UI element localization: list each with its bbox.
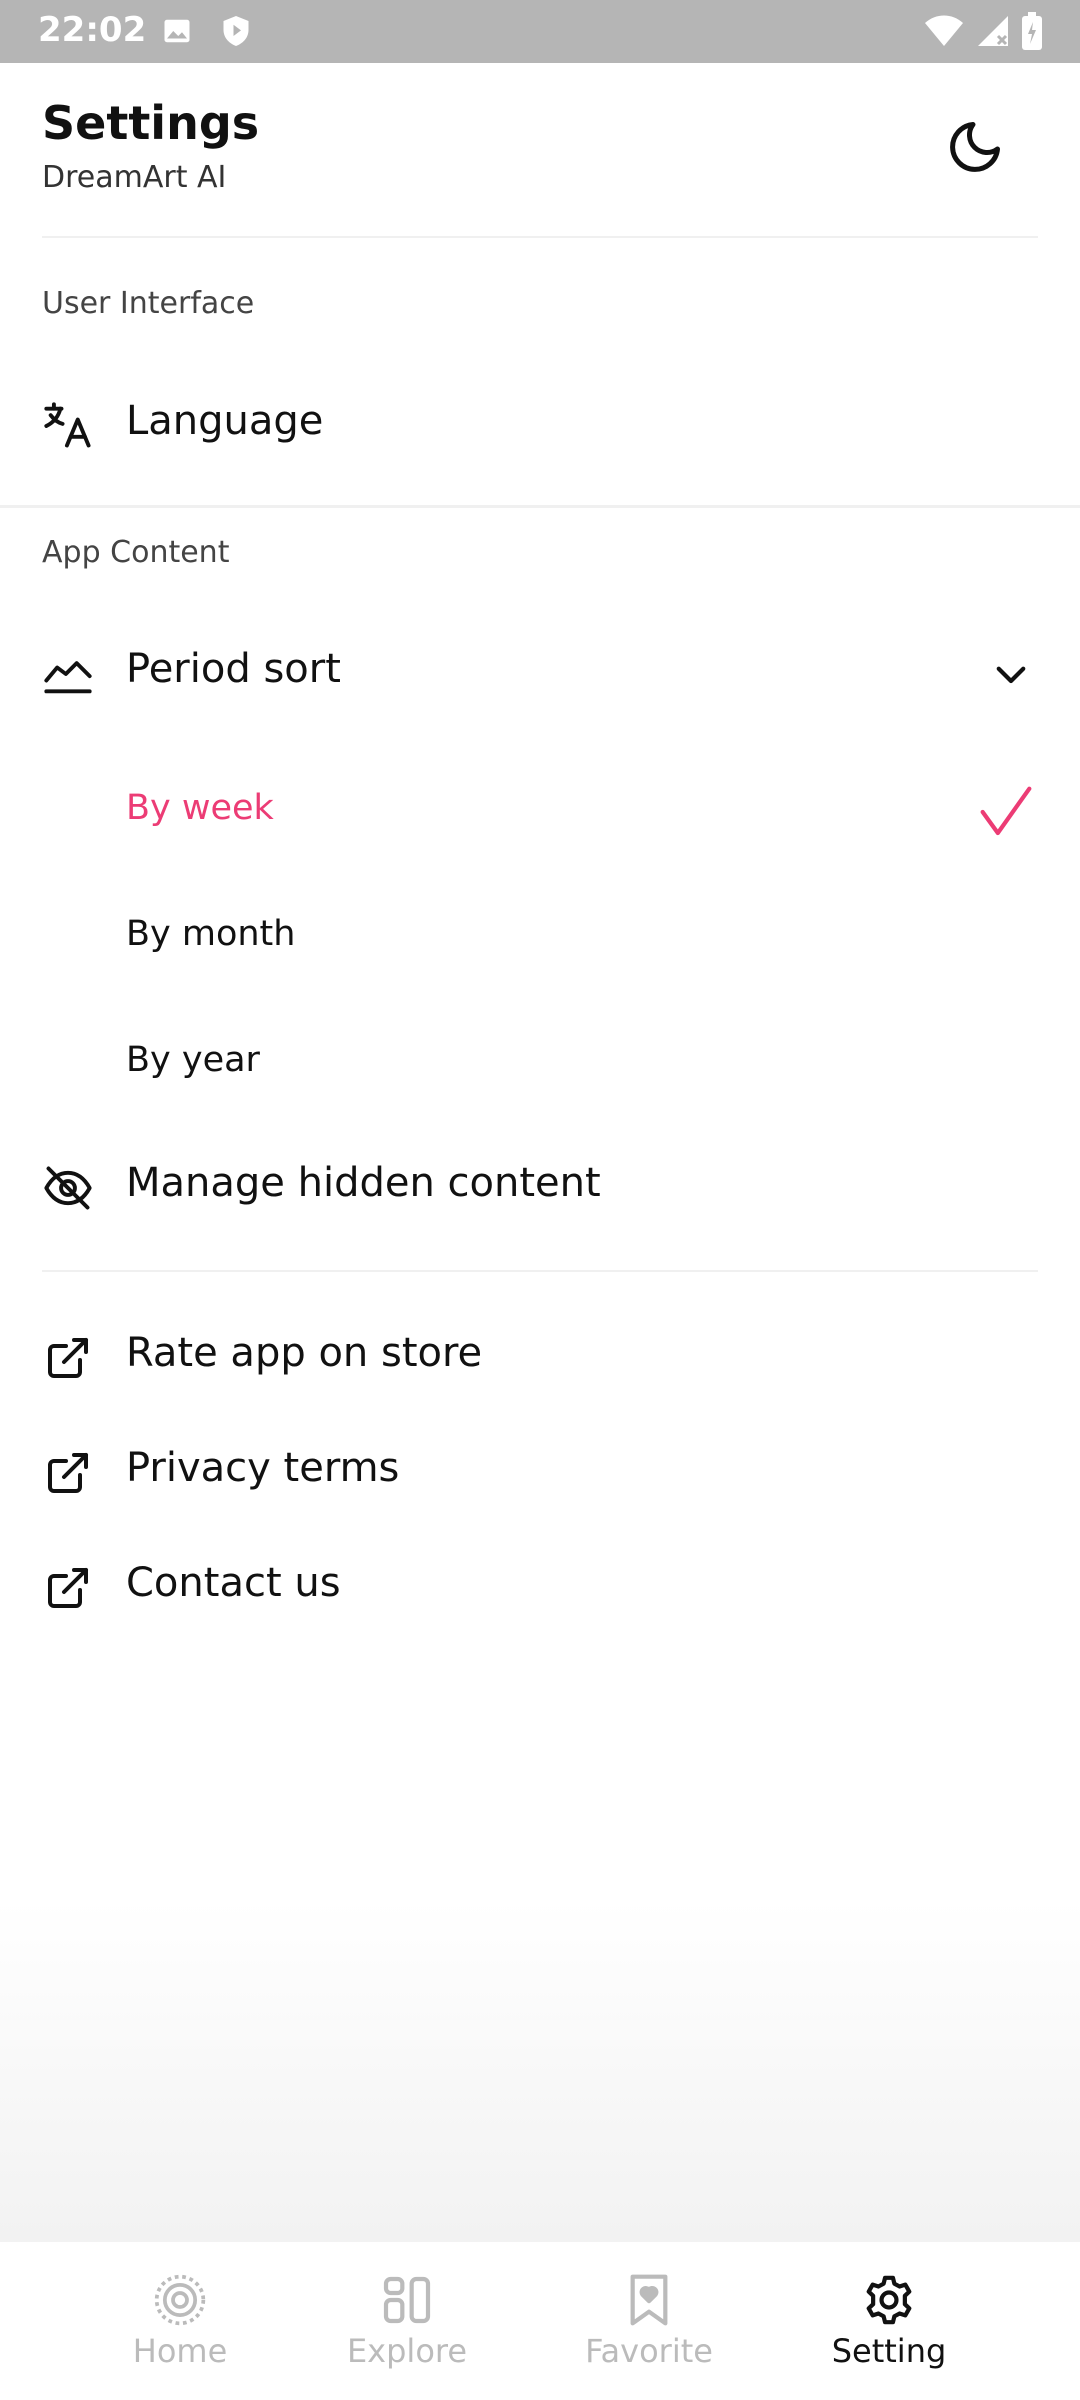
nav-item-explore[interactable]: Explore bbox=[327, 2242, 487, 2400]
section-label-user-interface: User Interface bbox=[42, 286, 255, 321]
wifi-icon bbox=[925, 15, 963, 46]
period-sort-row[interactable]: Period sort bbox=[0, 626, 1080, 722]
status-bar: 22:02 bbox=[0, 0, 1080, 63]
dark-mode-toggle[interactable] bbox=[940, 112, 1010, 182]
period-option-month[interactable]: By month bbox=[0, 890, 1080, 986]
privacy-terms-row[interactable]: Privacy terms bbox=[0, 1425, 1080, 1521]
rate-app-row[interactable]: Rate app on store bbox=[0, 1310, 1080, 1406]
checkmark-icon bbox=[980, 786, 1032, 836]
external-link-icon bbox=[42, 1332, 94, 1384]
period-option-year-label: By year bbox=[126, 1040, 260, 1080]
translate-icon bbox=[42, 400, 94, 452]
signal-icon bbox=[978, 16, 1008, 46]
period-option-week[interactable]: By week bbox=[0, 764, 1080, 860]
bottom-navigation: Home Explore Favorite Setting bbox=[0, 2242, 1080, 2400]
nav-item-setting[interactable]: Setting bbox=[809, 2242, 969, 2400]
nav-label-favorite: Favorite bbox=[585, 2332, 713, 2370]
section-label-app-content: App Content bbox=[42, 535, 230, 570]
status-time: 22:02 bbox=[38, 10, 147, 50]
nav-label-home: Home bbox=[132, 2332, 228, 2370]
trend-icon bbox=[42, 648, 94, 700]
contact-us-label: Contact us bbox=[126, 1560, 341, 1606]
gear-icon bbox=[866, 2275, 912, 2325]
explore-icon bbox=[383, 2276, 431, 2324]
header-divider bbox=[42, 236, 1038, 238]
section-divider bbox=[0, 505, 1080, 508]
home-icon bbox=[154, 2274, 206, 2326]
nav-item-home[interactable]: Home bbox=[100, 2242, 260, 2400]
external-link-icon bbox=[42, 1447, 94, 1499]
app-name: DreamArt AI bbox=[42, 160, 227, 195]
chevron-down-icon[interactable] bbox=[990, 653, 1032, 695]
period-sort-label: Period sort bbox=[126, 646, 341, 692]
period-option-week-label: By week bbox=[126, 788, 274, 828]
manage-hidden-content-row[interactable]: Manage hidden content bbox=[0, 1140, 1080, 1236]
gallery-notification-icon bbox=[164, 19, 190, 43]
privacy-terms-label: Privacy terms bbox=[126, 1445, 400, 1491]
manage-hidden-content-label: Manage hidden content bbox=[126, 1160, 601, 1206]
nav-item-favorite[interactable]: Favorite bbox=[569, 2242, 729, 2400]
period-option-month-label: By month bbox=[126, 914, 296, 954]
rate-app-label: Rate app on store bbox=[126, 1330, 483, 1376]
contact-us-row[interactable]: Contact us bbox=[0, 1540, 1080, 1636]
moon-icon bbox=[950, 122, 1000, 172]
page-title: Settings bbox=[42, 96, 260, 150]
eye-off-icon bbox=[42, 1162, 94, 1214]
shield-notification-icon bbox=[223, 16, 249, 46]
bookmark-heart-icon bbox=[630, 2274, 668, 2326]
links-divider bbox=[42, 1270, 1038, 1272]
external-link-icon bbox=[42, 1562, 94, 1614]
nav-label-setting: Setting bbox=[831, 2332, 947, 2370]
period-option-year[interactable]: By year bbox=[0, 1016, 1080, 1112]
battery-icon bbox=[1022, 12, 1042, 50]
bottom-fade bbox=[0, 1900, 1080, 2242]
nav-label-explore: Explore bbox=[346, 2332, 468, 2370]
language-row[interactable]: Language bbox=[0, 380, 1080, 472]
language-label: Language bbox=[126, 398, 324, 444]
